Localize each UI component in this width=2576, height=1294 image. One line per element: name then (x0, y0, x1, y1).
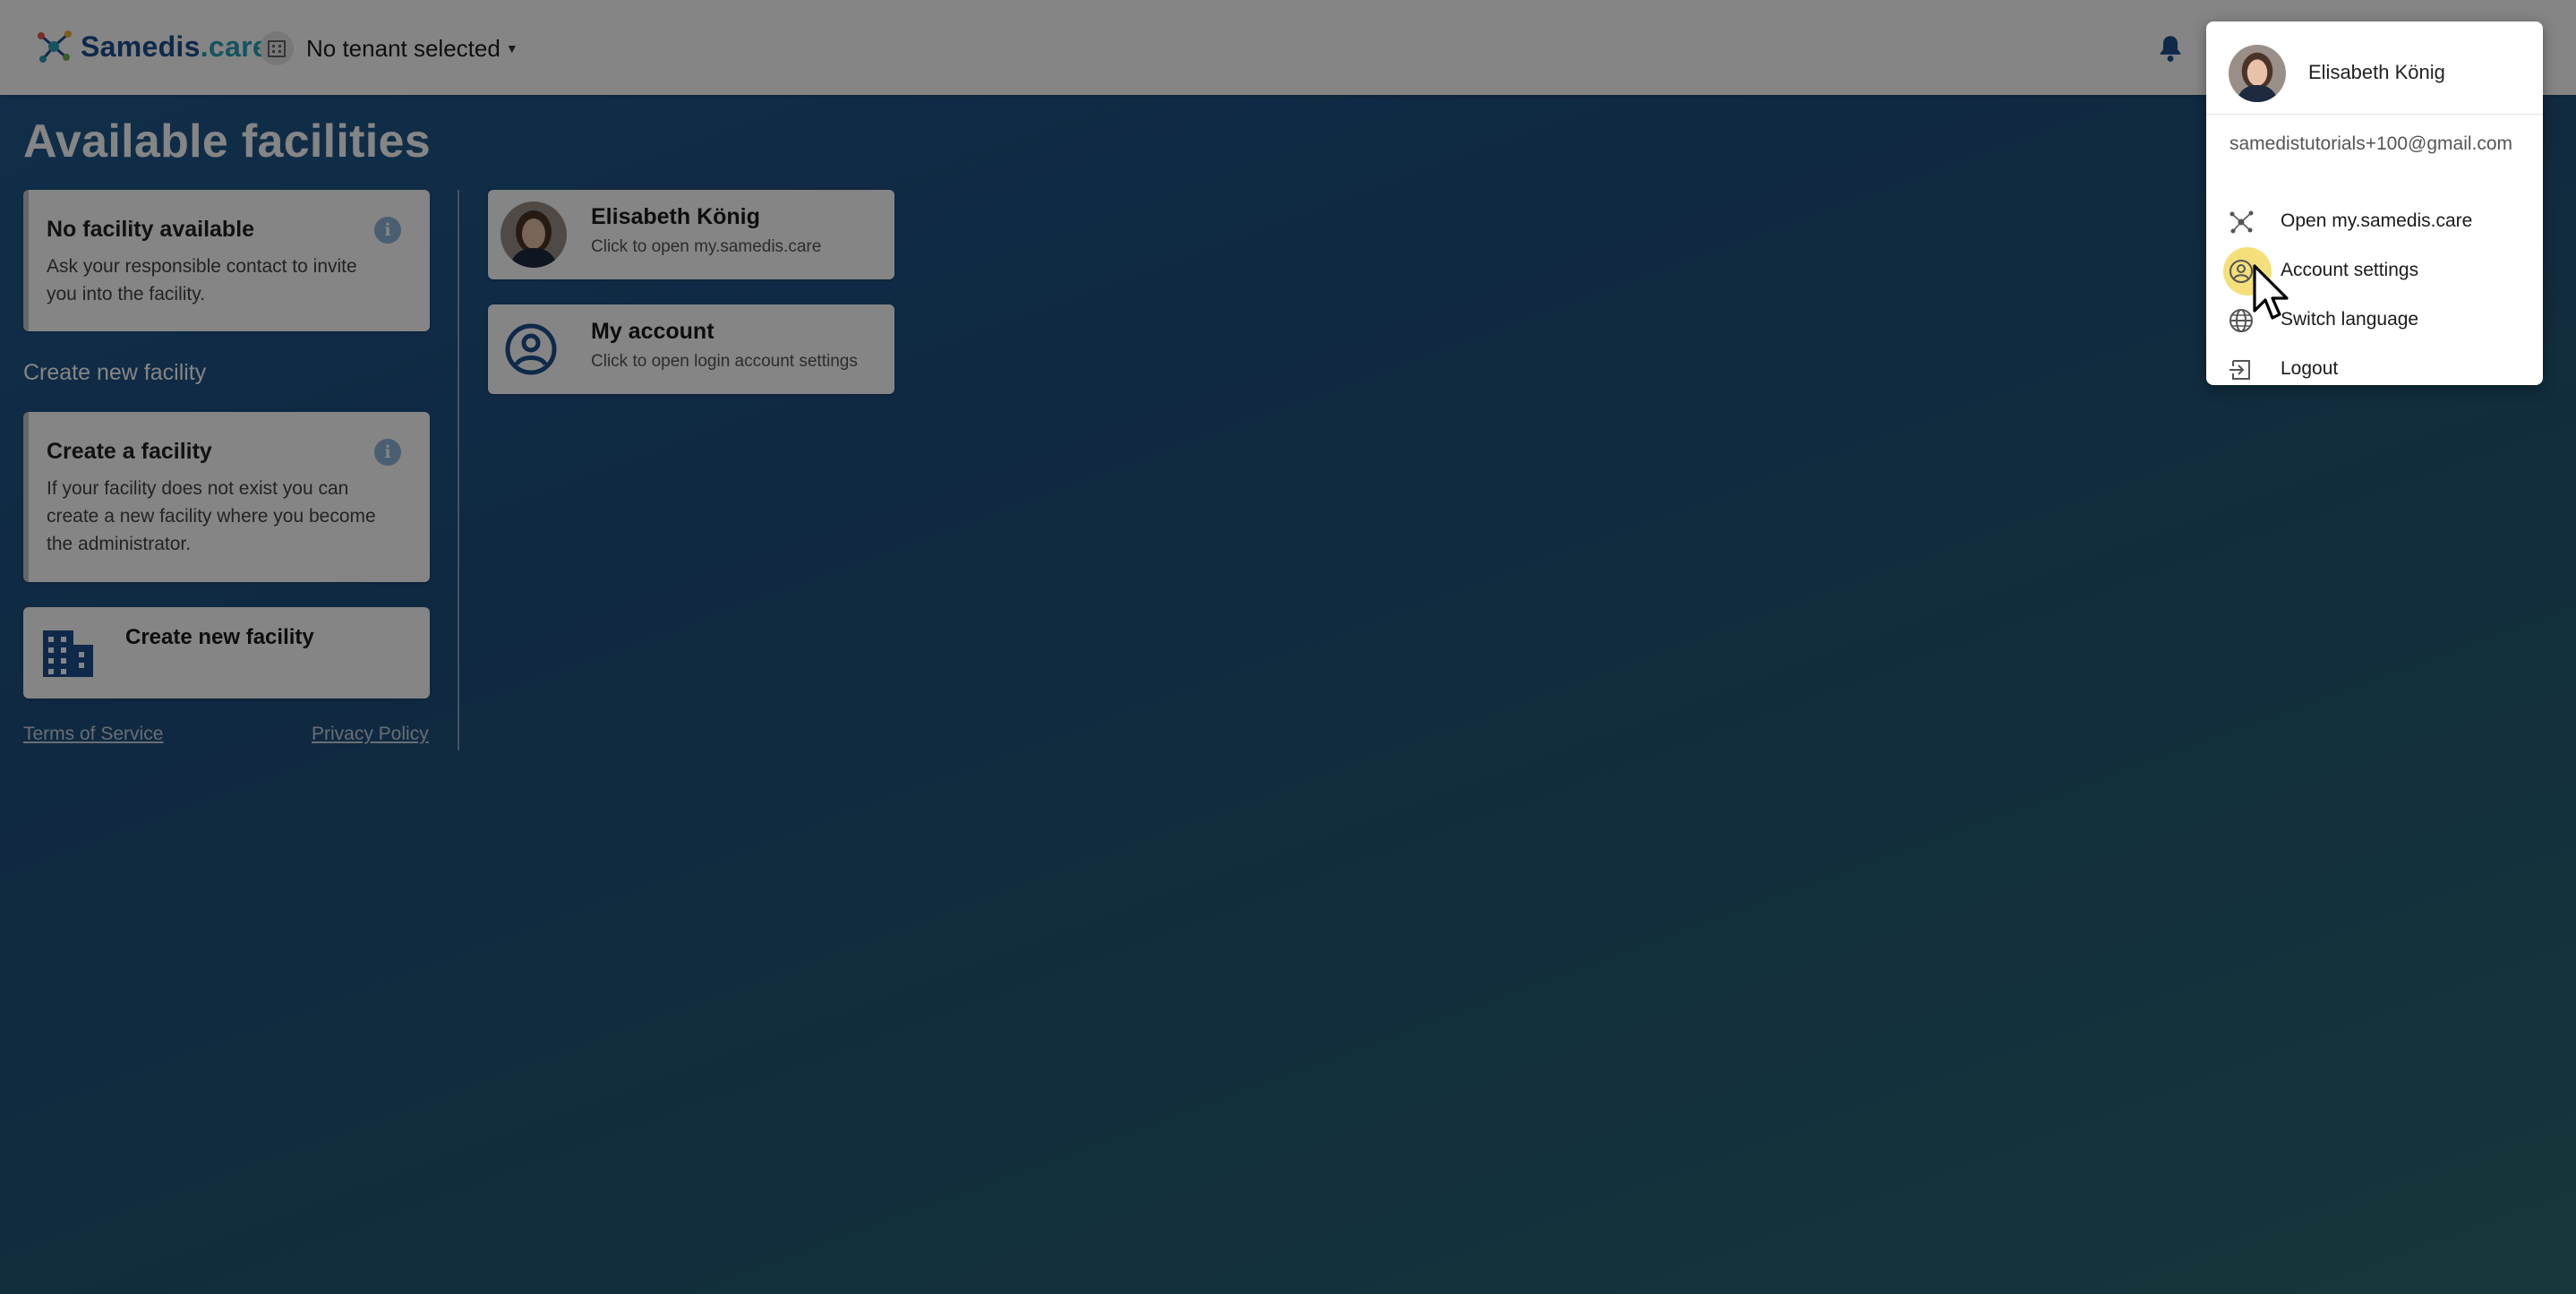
menu-user-email: samedistutorials+100@gmail.com (2229, 133, 2513, 154)
menu-item-open-my-samedis[interactable]: Open my.samedis.care (2206, 199, 2543, 245)
menu-item-label: Account settings (2281, 260, 2419, 280)
backdrop-overlay[interactable] (0, 0, 2576, 1294)
menu-item-label: Switch language (2281, 309, 2419, 330)
menu-item-label: Open my.samedis.care (2281, 210, 2473, 231)
menu-item-logout[interactable]: Logout (2206, 347, 2543, 393)
user-avatar (2229, 45, 2286, 102)
mouse-cursor-icon (2253, 264, 2289, 320)
network-icon (2228, 209, 2255, 236)
globe-icon (2228, 307, 2255, 334)
menu-item-label: Logout (2281, 358, 2339, 379)
logout-icon (2228, 356, 2255, 383)
menu-user-name: Elisabeth König (2308, 61, 2445, 83)
account-circle-icon (2228, 258, 2255, 285)
menu-divider (2206, 114, 2543, 115)
user-menu: Elisabeth König samedistutorials+100@gma… (2206, 21, 2543, 385)
